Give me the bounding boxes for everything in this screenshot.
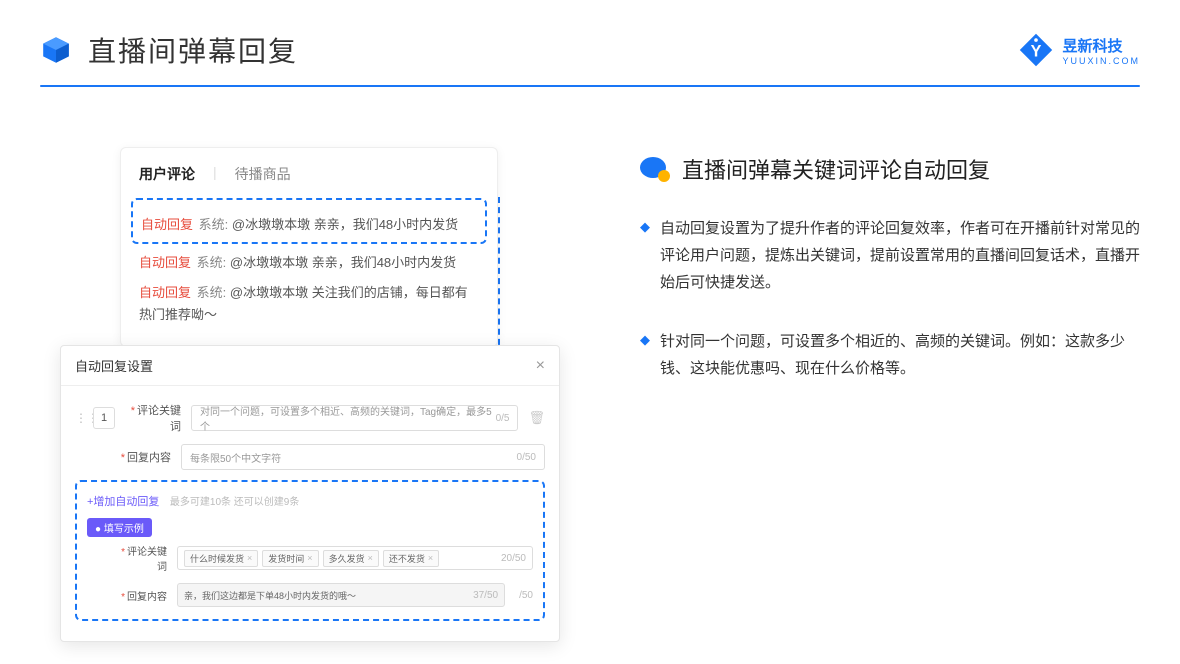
diamond-bullet-icon: ◆	[640, 328, 650, 382]
close-icon[interactable]: ×	[536, 357, 545, 375]
tab-user-comments[interactable]: 用户评论	[139, 164, 195, 184]
char-counter: 0/5	[496, 413, 510, 424]
comment-text: @冰墩墩本墩 亲亲，我们48小时内发货	[230, 255, 456, 270]
demo-badge: ● 填写示例	[87, 518, 152, 537]
demo-keyword-input[interactable]: 什么时候发货×发货时间× 多久发货×还不发货× 20/50	[177, 546, 533, 570]
demo-keyword-label: *评论关键词	[117, 543, 167, 573]
settings-card: 自动回复设置 × ⋮⋮ 1 *评论关键词 对同一个问题，可设置多个相近、高频的关…	[60, 345, 560, 642]
brand-name: 昱新科技	[1062, 35, 1140, 56]
system-tag: 系统:	[197, 255, 227, 270]
add-auto-reply-link[interactable]: +增加自动回复	[87, 496, 159, 508]
tag-remove-icon[interactable]: ×	[307, 553, 312, 563]
placeholder-text: 每条限50个中文字符	[190, 450, 281, 465]
demo-keyword-row: *评论关键词 什么时候发货×发货时间× 多久发货×还不发货× 20/50	[87, 543, 533, 573]
keyword-tag[interactable]: 发货时间×	[262, 550, 318, 567]
brand: Y 昱新科技 YUUXIN.COM	[1018, 32, 1140, 68]
auto-reply-tag: 自动回复	[141, 217, 193, 232]
section-head: 直播间弹幕关键词评论自动回复	[640, 153, 1140, 185]
demo-reply-label: *回复内容	[117, 588, 167, 603]
tab-divider: |	[213, 164, 217, 184]
form-row-reply: *回复内容 每条限50个中文字符 0/50	[75, 444, 545, 470]
trash-icon[interactable]: 🗑	[528, 410, 545, 426]
comment-row: 自动回复 系统: @冰墩墩本墩 亲亲，我们48小时内发货	[139, 252, 479, 274]
comment-row: 自动回复 系统: @冰墩墩本墩 关注我们的店铺，每日都有热门推荐呦～	[139, 282, 479, 326]
comments-card: 用户评论 | 待播商品 自动回复 系统: @冰墩墩本墩 亲亲，我们48小时内发货…	[120, 147, 498, 347]
header: 直播间弹幕回复 Y 昱新科技 YUUXIN.COM	[0, 0, 1180, 80]
char-counter: 20/50	[501, 553, 526, 564]
placeholder-text: 对同一个问题，可设置多个相近、高频的关键词，Tag确定，最多5个	[200, 403, 496, 433]
section-title: 直播间弹幕关键词评论自动回复	[682, 153, 990, 185]
drag-handle-icon[interactable]: ⋮⋮	[75, 411, 83, 425]
comment-row: 自动回复 系统: @冰墩墩本墩 亲亲，我们48小时内发货	[141, 214, 477, 236]
chat-bubble-icon	[640, 157, 670, 182]
system-tag: 系统:	[199, 217, 229, 232]
right-panel: 直播间弹幕关键词评论自动回复 ◆ 自动回复设置为了提升作者的评论回复效率，作者可…	[640, 137, 1140, 414]
comment-text: @冰墩墩本墩 亲亲，我们48小时内发货	[232, 217, 458, 232]
svg-text:Y: Y	[1031, 42, 1042, 60]
add-hint: 最多可建10条 还可以创建9条	[170, 497, 299, 508]
bullet-text: 自动回复设置为了提升作者的评论回复效率，作者可在开播前针对常见的评论用户问题，提…	[660, 215, 1140, 296]
brand-icon: Y	[1018, 32, 1054, 68]
tags-container: 什么时候发货×发货时间× 多久发货×还不发货×	[184, 550, 443, 567]
keyword-tag[interactable]: 还不发货×	[383, 550, 439, 567]
example-box: +增加自动回复 最多可建10条 还可以创建9条 ● 填写示例 *评论关键词 什么…	[75, 480, 545, 621]
keyword-tag[interactable]: 多久发货×	[323, 550, 379, 567]
order-number: 1	[93, 407, 115, 429]
auto-reply-tag: 自动回复	[139, 255, 191, 270]
tabs: 用户评论 | 待播商品	[139, 164, 479, 184]
keyword-tag[interactable]: 什么时候发货×	[184, 550, 258, 567]
highlighted-comment-box: 自动回复 系统: @冰墩墩本墩 亲亲，我们48小时内发货	[131, 198, 487, 244]
system-tag: 系统:	[197, 285, 227, 300]
settings-title: 自动回复设置	[75, 356, 153, 375]
keyword-label: *评论关键词	[125, 402, 181, 434]
tab-pending-goods[interactable]: 待播商品	[235, 164, 291, 184]
char-counter: 0/50	[517, 452, 536, 463]
tag-remove-icon[interactable]: ×	[428, 553, 433, 563]
tag-remove-icon[interactable]: ×	[247, 553, 252, 563]
auto-reply-tag: 自动回复	[139, 285, 191, 300]
page-title: 直播间弹幕回复	[88, 30, 298, 70]
demo-reply-input[interactable]: 亲，我们这边都是下单48小时内发货的哦～ 37/50	[177, 583, 505, 607]
cube-icon	[40, 34, 72, 66]
demo-reply-text: 亲，我们这边都是下单48小时内发货的哦～	[184, 589, 356, 602]
demo-reply-row: *回复内容 亲，我们这边都是下单48小时内发货的哦～ 37/50 /50	[87, 583, 533, 607]
form-row-keyword: ⋮⋮ 1 *评论关键词 对同一个问题，可设置多个相近、高频的关键词，Tag确定，…	[75, 402, 545, 434]
char-counter: 37/50	[473, 590, 498, 601]
bullet-item: ◆ 自动回复设置为了提升作者的评论回复效率，作者可在开播前针对常见的评论用户问题…	[640, 215, 1140, 296]
reply-input[interactable]: 每条限50个中文字符 0/50	[181, 444, 545, 470]
spare-counter: /50	[519, 590, 533, 601]
left-mock: 用户评论 | 待播商品 自动回复 系统: @冰墩墩本墩 亲亲，我们48小时内发货…	[60, 137, 560, 414]
bullet-item: ◆ 针对同一个问题，可设置多个相近的、高频的关键词。例如：这款多少钱、这块能优惠…	[640, 328, 1140, 382]
reply-label: *回复内容	[115, 449, 171, 465]
brand-url: YUUXIN.COM	[1062, 56, 1140, 66]
settings-header: 自动回复设置 ×	[61, 346, 559, 386]
bullet-text: 针对同一个问题，可设置多个相近的、高频的关键词。例如：这款多少钱、这块能优惠吗、…	[660, 328, 1140, 382]
diamond-bullet-icon: ◆	[640, 215, 650, 296]
keyword-input[interactable]: 对同一个问题，可设置多个相近、高频的关键词，Tag确定，最多5个 0/5	[191, 405, 518, 431]
tag-remove-icon[interactable]: ×	[368, 553, 373, 563]
